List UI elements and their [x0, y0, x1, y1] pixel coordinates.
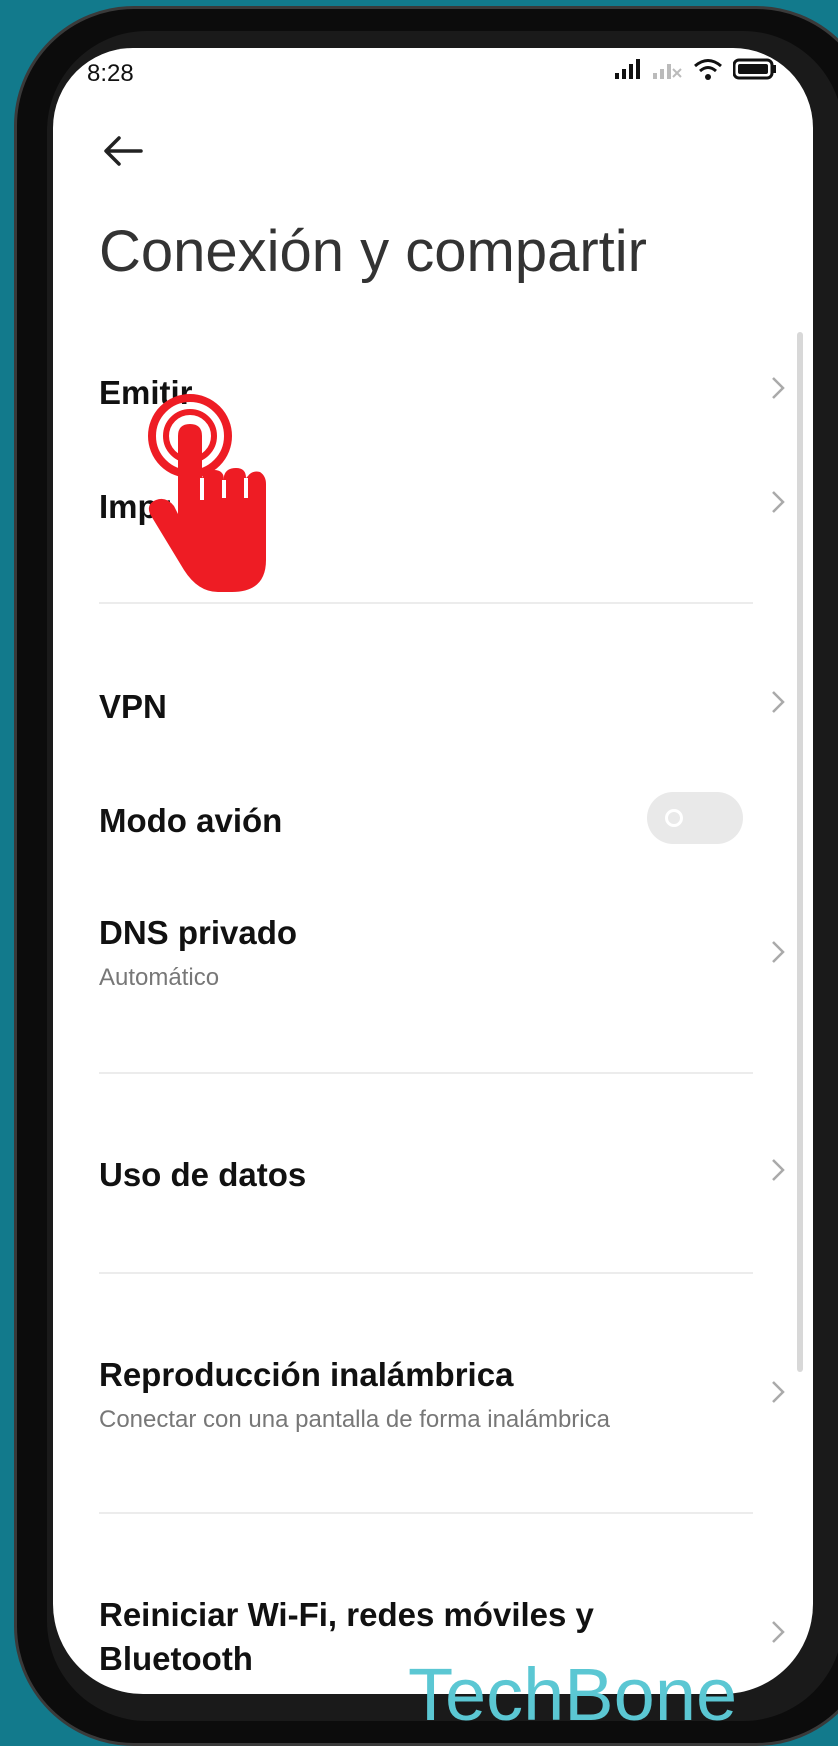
item-label: DNS privado — [99, 914, 298, 951]
chevron-right-icon — [772, 1621, 785, 1643]
status-bar: 8:28 — [87, 54, 787, 94]
item-subtitle: Conectar con una pantalla de forma inalá… — [99, 1406, 610, 1433]
chevron-right-icon — [772, 1159, 785, 1181]
item-label: VPN — [99, 688, 167, 725]
list-item-uso-de-datos[interactable]: Uso de datos — [99, 1156, 719, 1194]
list-item-modo-avion: Modo avión — [99, 802, 719, 840]
divider — [99, 1512, 753, 1514]
status-icons — [615, 58, 777, 80]
chevron-right-icon — [772, 1381, 785, 1403]
battery-icon — [733, 58, 776, 80]
divider — [99, 602, 753, 604]
item-label: Uso de datos — [99, 1156, 307, 1193]
item-label: Modo avión — [99, 802, 283, 839]
wifi-icon — [694, 59, 722, 80]
list-item-vpn[interactable]: VPN — [99, 688, 719, 726]
divider — [99, 1272, 753, 1274]
signal-icon — [615, 59, 640, 79]
toggle-knob — [665, 809, 683, 827]
item-label-line1: Reiniciar Wi-Fi, redes móviles y — [99, 1596, 594, 1633]
list-item-dns-privado[interactable]: DNS privado Automático — [99, 914, 719, 992]
divider — [99, 1072, 753, 1074]
scrollbar[interactable] — [797, 332, 803, 1372]
airplane-mode-toggle[interactable] — [647, 792, 743, 844]
chevron-right-icon — [772, 941, 785, 963]
item-subtitle: Automático — [99, 964, 220, 991]
chevron-right-icon — [772, 491, 785, 513]
item-label: Reproducción inalámbrica — [99, 1356, 514, 1393]
chevron-right-icon — [772, 377, 785, 399]
list-item-reproduccion-inalambrica[interactable]: Reproducción inalámbrica Conectar con un… — [99, 1356, 719, 1434]
tap-hand-icon — [148, 394, 266, 592]
chevron-right-icon — [772, 691, 785, 713]
watermark-logo: TechBone — [408, 1653, 738, 1736]
signal-no-service-icon — [653, 64, 682, 79]
status-time: 8:28 — [87, 60, 134, 87]
back-arrow-icon[interactable] — [99, 126, 149, 176]
page-title: Conexión y compartir — [99, 219, 647, 284]
phone-screen: 8:28 Conexión y compartir Emitir Impr VP… — [53, 48, 813, 1694]
